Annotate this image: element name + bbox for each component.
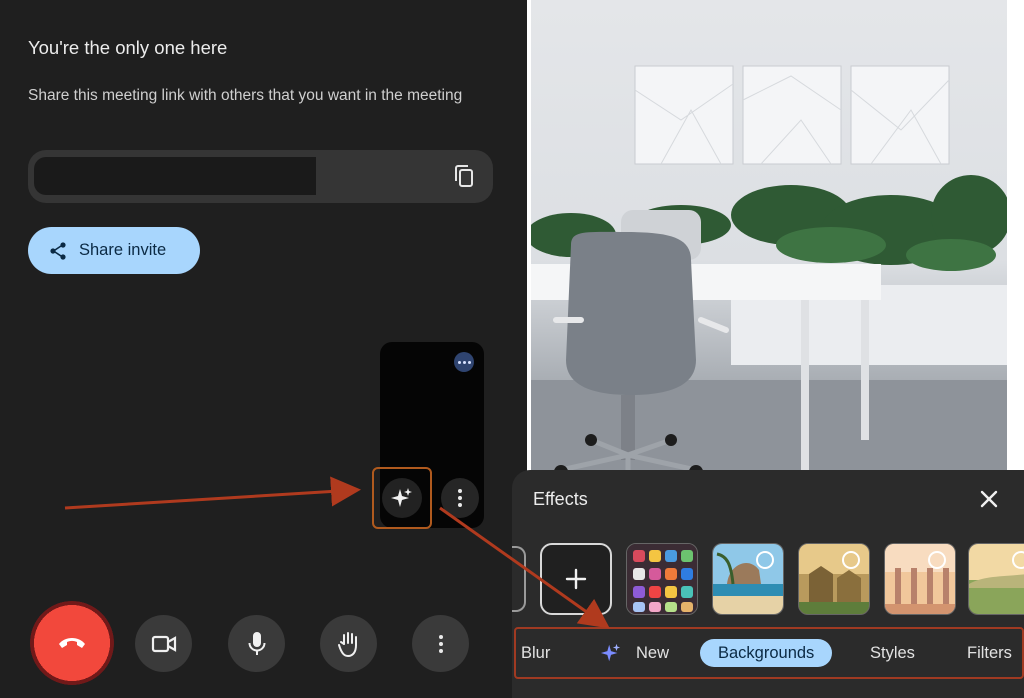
background-thumbnail-ruins[interactable] xyxy=(798,543,870,615)
tab-blur-label: Blur xyxy=(521,643,551,662)
microphone-toggle-button[interactable] xyxy=(228,615,285,672)
meeting-link-field[interactable] xyxy=(28,150,493,203)
background-thumbnail-beach[interactable] xyxy=(712,543,784,615)
raise-hand-button[interactable] xyxy=(320,615,377,672)
share-icon xyxy=(48,241,68,261)
partial-effect-thumbnail[interactable] xyxy=(512,546,526,612)
sparkle-icon xyxy=(600,642,622,664)
share-invite-label: Share invite xyxy=(79,241,167,259)
more-vertical-icon xyxy=(458,489,462,507)
close-icon xyxy=(979,489,999,509)
background-thumbnail-landscape[interactable] xyxy=(968,543,1024,615)
tab-blur[interactable]: Blur xyxy=(521,639,550,667)
tab-styles[interactable]: Styles xyxy=(870,639,915,667)
more-horizontal-icon xyxy=(457,360,471,364)
meeting-screen: You're the only one here Share this meet… xyxy=(0,0,527,698)
background-thumbnail-apps[interactable] xyxy=(626,543,698,615)
end-call-button[interactable] xyxy=(30,601,114,685)
video-camera-icon xyxy=(151,634,177,654)
tile-options-button[interactable] xyxy=(454,352,474,372)
background-thumbnail-temple[interactable] xyxy=(884,543,956,615)
page-title: You're the only one here xyxy=(28,37,228,58)
sparkle-icon xyxy=(390,486,414,510)
plus-icon xyxy=(565,568,587,590)
effects-tabs: Blur New Backgrounds Styles Filters xyxy=(514,627,1024,679)
share-invite-button[interactable]: Share invite xyxy=(28,227,200,274)
office-background-image xyxy=(527,65,1011,520)
tab-new-label: New xyxy=(636,643,670,662)
raise-hand-icon xyxy=(337,630,361,658)
effects-button-circle xyxy=(382,478,422,518)
camera-toggle-button[interactable] xyxy=(135,615,192,672)
end-call-icon xyxy=(57,635,87,651)
copy-link-button[interactable] xyxy=(451,163,477,189)
more-vertical-icon xyxy=(438,634,443,653)
share-description: Share this meeting link with others that… xyxy=(28,87,463,104)
tab-styles-label: Styles xyxy=(870,643,915,662)
meeting-link-redacted xyxy=(34,157,316,195)
microphone-icon xyxy=(247,631,267,657)
tab-new[interactable]: New xyxy=(600,639,669,667)
tab-filters-label: Filters xyxy=(967,643,1012,662)
background-preview xyxy=(527,0,1011,520)
tab-backgrounds[interactable]: Backgrounds xyxy=(700,639,833,667)
tile-more-button[interactable] xyxy=(441,478,479,518)
add-background-button[interactable] xyxy=(540,543,612,615)
copy-icon xyxy=(453,164,475,188)
tab-backgrounds-label: Backgrounds xyxy=(718,643,815,662)
close-effects-button[interactable] xyxy=(977,487,1001,511)
effects-title: Effects xyxy=(533,489,588,509)
tab-filters[interactable]: Filters xyxy=(967,639,1012,667)
effects-button[interactable] xyxy=(372,467,432,529)
more-options-button[interactable] xyxy=(412,615,469,672)
